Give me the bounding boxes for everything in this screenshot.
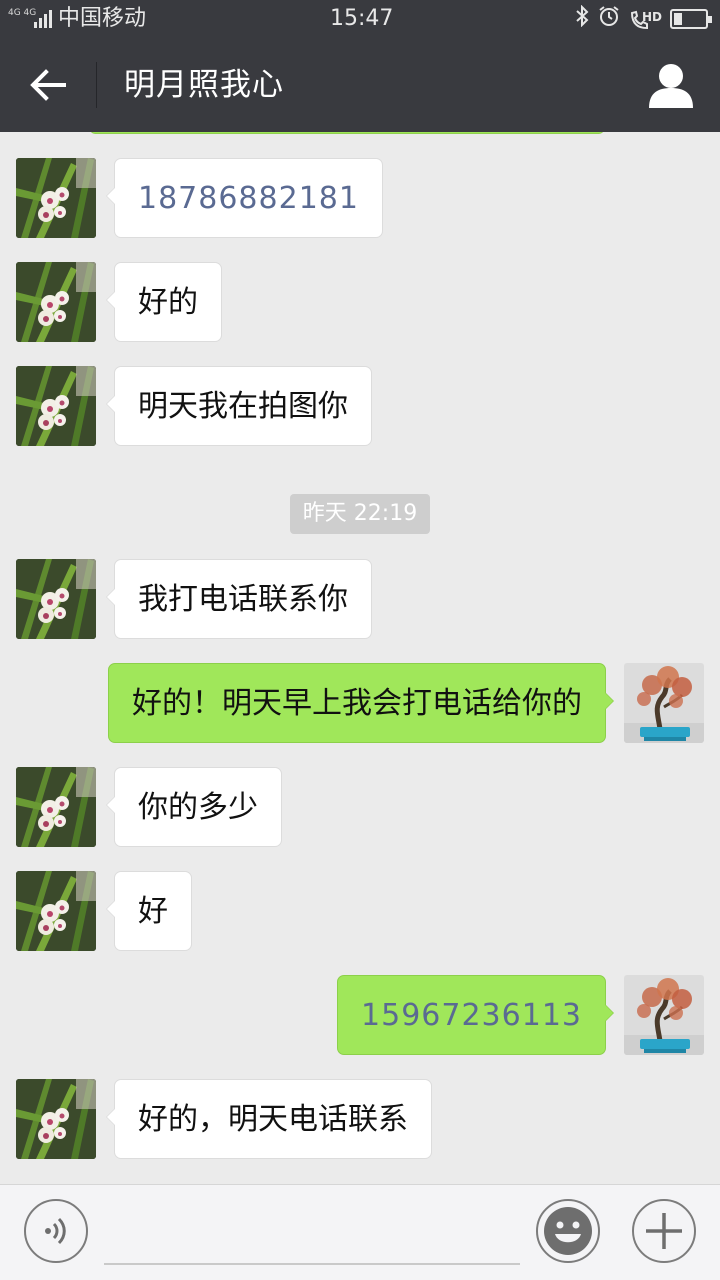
message-input[interactable] bbox=[104, 1197, 520, 1265]
emoji-icon bbox=[544, 1207, 592, 1255]
input-bar bbox=[0, 1184, 720, 1280]
network-tag: 4G 4G bbox=[8, 8, 37, 18]
voice-button[interactable] bbox=[24, 1199, 88, 1263]
message-bubble-received[interactable]: 18786882181 bbox=[106, 158, 383, 238]
message-bubble-received[interactable]: 好 bbox=[106, 871, 192, 951]
message-timestamp: 昨天 22:19 bbox=[290, 494, 430, 534]
my-avatar[interactable] bbox=[624, 975, 704, 1055]
voice-icon bbox=[45, 1217, 66, 1245]
my-avatar[interactable] bbox=[624, 663, 704, 743]
signal-icon: 4G 4G bbox=[8, 8, 54, 30]
contact-avatar[interactable] bbox=[16, 158, 96, 238]
plus-icon bbox=[646, 1213, 682, 1249]
back-button[interactable] bbox=[18, 58, 78, 112]
message-bubble-received[interactable]: 你的多少 bbox=[106, 767, 282, 847]
message-bubble-sent[interactable]: 15967236113 bbox=[337, 975, 614, 1055]
message-bubble-sent[interactable]: 好的！明天早上我会打电话给你的 bbox=[108, 663, 614, 743]
contact-avatar[interactable] bbox=[16, 767, 96, 847]
person-icon bbox=[649, 64, 693, 108]
chat-info-button[interactable] bbox=[644, 60, 698, 110]
status-bar: 4G 4G 中国移动 15:47 HD bbox=[0, 0, 720, 38]
alarm-icon bbox=[598, 5, 620, 33]
header-divider bbox=[96, 62, 97, 108]
message-list[interactable]: 18786882181 好的 明天我在拍图你 昨天 22:19 我打电话联系你 … bbox=[0, 132, 720, 1184]
message-bubble-received[interactable]: 我打电话联系你 bbox=[106, 559, 372, 639]
arrow-left-icon bbox=[30, 69, 66, 101]
message-bubble-received[interactable]: 明天我在拍图你 bbox=[106, 366, 372, 446]
contact-avatar[interactable] bbox=[16, 559, 96, 639]
chat-title: 明月照我心 bbox=[124, 67, 284, 103]
contact-avatar[interactable] bbox=[16, 262, 96, 342]
message-bubble-received[interactable]: 好的 bbox=[106, 262, 222, 342]
chat-header: 明月照我心 bbox=[0, 38, 720, 132]
contact-avatar[interactable] bbox=[16, 871, 96, 951]
hd-label: HD bbox=[642, 10, 663, 24]
status-time: 15:47 bbox=[330, 6, 394, 31]
carrier-name: 中国移动 bbox=[58, 6, 147, 31]
more-options-button[interactable] bbox=[632, 1199, 696, 1263]
bluetooth-icon bbox=[574, 4, 590, 33]
battery-fill bbox=[674, 13, 682, 25]
battery-icon bbox=[670, 9, 712, 29]
partial-message-bubble bbox=[90, 132, 604, 134]
contact-avatar[interactable] bbox=[16, 1079, 96, 1159]
contact-avatar[interactable] bbox=[16, 366, 96, 446]
message-bubble-received[interactable]: 好的，明天电话联系 bbox=[106, 1079, 432, 1159]
emoji-button[interactable] bbox=[536, 1199, 600, 1263]
hd-call-icon: HD bbox=[628, 8, 662, 30]
